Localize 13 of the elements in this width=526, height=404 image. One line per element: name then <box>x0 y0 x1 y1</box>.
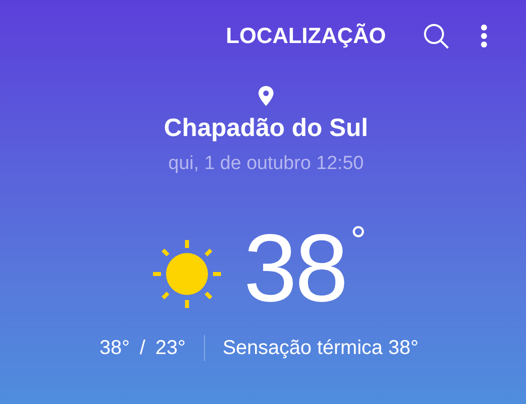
low-temperature: 23° <box>155 336 186 360</box>
feels-like-temperature: Sensação térmica 38° <box>222 336 418 360</box>
date-time: qui, 1 de outubro 12:50 <box>168 153 364 175</box>
degree-symbol: ° <box>350 221 366 261</box>
more-options-icon[interactable] <box>480 24 488 48</box>
current-temperature: 38 <box>244 221 346 317</box>
location-pin-icon <box>258 86 274 106</box>
slash-separator: / <box>140 336 146 360</box>
sun-icon <box>152 239 222 309</box>
city-name: Chapadão do Sul <box>164 114 368 143</box>
search-icon[interactable] <box>422 22 450 50</box>
location-button[interactable]: LOCALIZAÇÃO <box>226 23 386 49</box>
high-temperature: 38° <box>100 336 130 360</box>
